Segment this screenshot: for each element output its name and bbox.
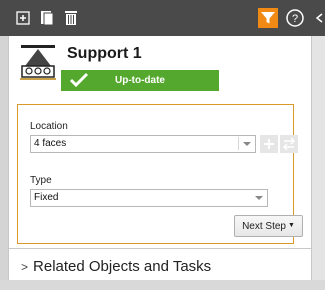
location-value: 4 faces bbox=[34, 138, 67, 149]
swap-icon[interactable] bbox=[280, 135, 298, 153]
related-objects-toggle[interactable]: > Related Objects and Tasks bbox=[21, 258, 211, 275]
status-text: Up-to-date bbox=[115, 75, 165, 86]
location-label: Location bbox=[30, 121, 68, 132]
page-title: Support 1 bbox=[67, 45, 142, 62]
toolbar: ? bbox=[0, 0, 325, 36]
status-badge: Up-to-date bbox=[61, 70, 219, 91]
filter-icon[interactable] bbox=[258, 8, 278, 28]
related-objects-label: Related Objects and Tasks bbox=[33, 258, 212, 275]
delete-icon[interactable] bbox=[60, 7, 82, 29]
svg-text:?: ? bbox=[292, 13, 298, 25]
chevron-down-icon[interactable] bbox=[253, 191, 265, 204]
type-select[interactable]: Fixed bbox=[30, 189, 268, 207]
bottom-edge bbox=[0, 280, 325, 290]
support-panel: Support 1 Up-to-date Location 4 faces Ty… bbox=[8, 36, 312, 280]
help-icon[interactable]: ? bbox=[284, 7, 306, 29]
support-icon bbox=[17, 42, 59, 84]
chevron-left-icon[interactable] bbox=[312, 7, 325, 29]
caret-down-icon: ▼ bbox=[287, 222, 295, 229]
add-selection-button[interactable] bbox=[260, 135, 278, 153]
add-icon[interactable] bbox=[12, 7, 34, 29]
copy-icon[interactable] bbox=[36, 7, 58, 29]
next-step-label: Next Step bbox=[242, 220, 286, 232]
type-value: Fixed bbox=[34, 192, 59, 203]
location-select[interactable]: 4 faces bbox=[30, 135, 256, 153]
type-label: Type bbox=[30, 175, 52, 186]
select-divider bbox=[238, 137, 239, 150]
chevron-down-icon[interactable] bbox=[241, 137, 253, 150]
divider bbox=[9, 248, 311, 249]
chevron-right-icon: > bbox=[21, 260, 29, 274]
scroll-area bbox=[312, 36, 325, 280]
support-form: Location 4 faces Type Fixed Next Step ▼ bbox=[17, 104, 303, 244]
next-step-button[interactable]: Next Step ▼ bbox=[234, 215, 303, 237]
